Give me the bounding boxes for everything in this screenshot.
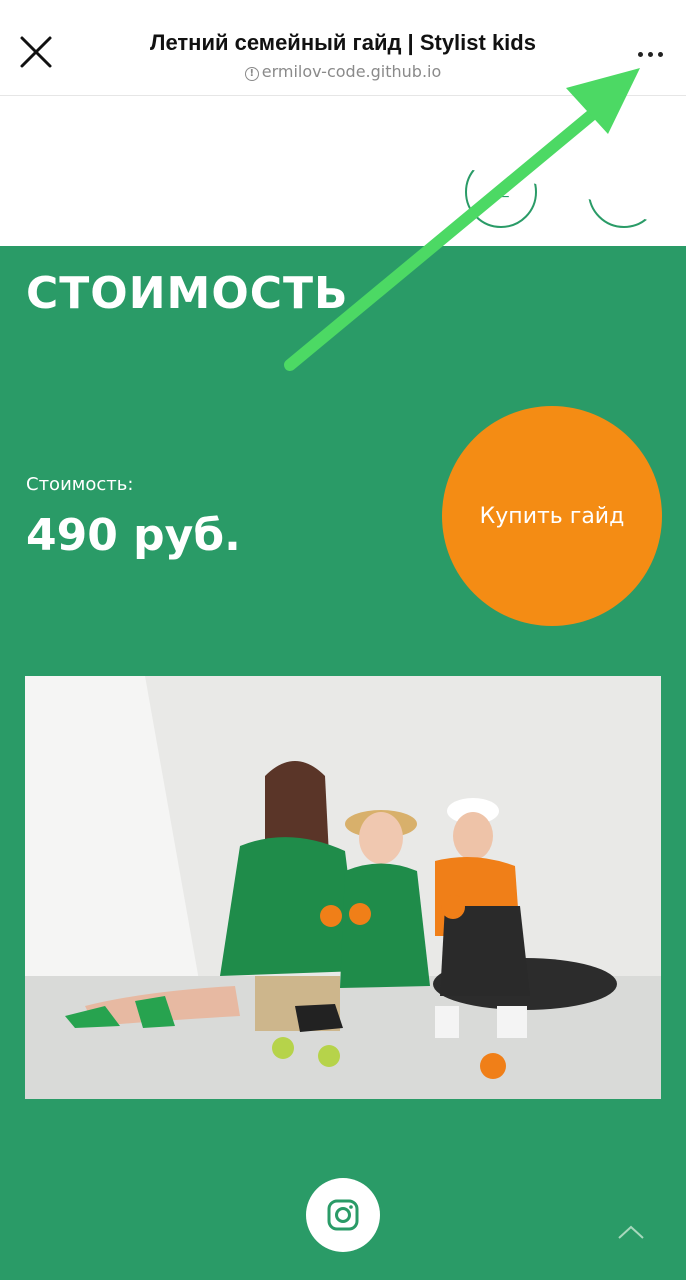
family-photo	[25, 676, 661, 1099]
page-title: Летний семейный гайд | Stylist kids	[150, 30, 536, 55]
chevron-up-icon	[618, 1225, 644, 1239]
more-options-button[interactable]	[624, 40, 676, 68]
price-value: 490 руб.	[26, 510, 241, 561]
section-curve	[0, 140, 686, 236]
instagram-button[interactable]	[306, 1178, 380, 1252]
browser-header: Летний семейный гайд | Stylist kids ! erm…	[0, 0, 686, 96]
info-icon: !	[244, 67, 259, 81]
more-dots-icon	[637, 51, 643, 57]
scroll-to-top-button[interactable]	[616, 1222, 646, 1242]
section-title: СТОИМОСТЬ	[26, 268, 349, 319]
buy-guide-button[interactable]: Купить гайд	[442, 406, 662, 626]
url-row: ! ermilov-code.github.io	[110, 62, 576, 81]
site-url: ermilov-code.github.io	[261, 62, 442, 81]
instagram-icon	[327, 1199, 359, 1231]
close-icon	[20, 36, 52, 68]
price-label: Стоимость:	[26, 474, 134, 495]
close-button[interactable]	[14, 30, 58, 74]
